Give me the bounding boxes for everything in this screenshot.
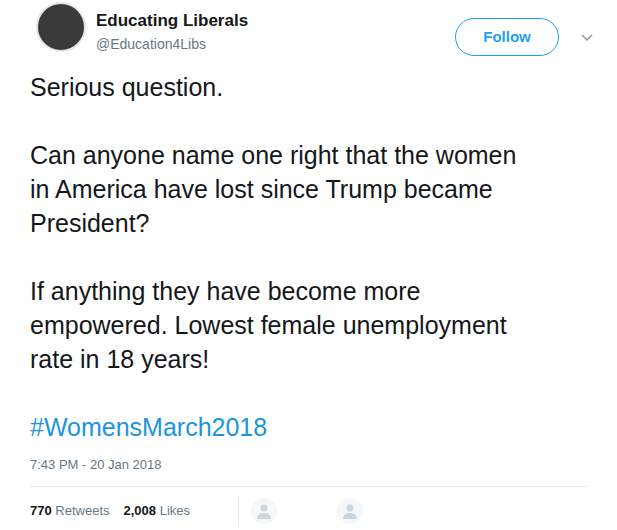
stat-label: Likes xyxy=(160,503,190,518)
author-info: Educating Liberals@Education4Libs xyxy=(96,2,248,54)
tweet-line: rate in 18 years! xyxy=(30,342,607,376)
author-name[interactable]: Educating Liberals xyxy=(96,10,248,32)
stat-count: 2,008 xyxy=(124,503,157,518)
tweet-stats: 770 Retweets 2,008 Likes xyxy=(30,486,587,530)
tweet-timestamp[interactable]: 7:43 PM - 20 Jan 2018 xyxy=(0,444,617,474)
liker-avatars xyxy=(238,496,363,526)
liker-avatar[interactable] xyxy=(337,498,363,524)
tweet-line: in America have lost since Trump became xyxy=(30,172,607,206)
tweet-line: Can anyone name one right that the women xyxy=(30,138,607,172)
follow-button[interactable]: Follow xyxy=(455,18,559,56)
tweet-paragraph: Serious question. xyxy=(30,70,607,104)
tweet-body: Serious question. Can anyone name one rig… xyxy=(0,56,617,444)
author-handle[interactable]: @Education4Libs xyxy=(96,34,248,54)
tweet-line: empowered. Lowest female unemployment xyxy=(30,308,607,342)
liker-avatar[interactable] xyxy=(251,498,277,524)
author-avatar[interactable] xyxy=(36,2,86,52)
tweet-line: Serious question. xyxy=(30,70,607,104)
stat-item[interactable]: 770 Retweets xyxy=(30,501,110,521)
stat-label: Retweets xyxy=(55,503,109,518)
tweet-header: Educating Liberals@Education4Libs Follow xyxy=(0,0,617,56)
tweet-paragraph: Can anyone name one right that the women… xyxy=(30,138,607,240)
more-menu[interactable] xyxy=(577,28,597,48)
stat-item[interactable]: 2,008 Likes xyxy=(124,501,191,521)
tweet-line: If anything they have become more xyxy=(30,274,607,308)
stat-count: 770 xyxy=(30,503,52,518)
chevron-down-icon xyxy=(581,34,593,42)
tweet-paragraph: If anything they have become moreempower… xyxy=(30,274,607,376)
hashtag-link[interactable]: #WomensMarch2018 xyxy=(30,410,607,444)
user-silhouette-icon xyxy=(255,502,273,520)
tweet-card: Educating Liberals@Education4LibsFollowS… xyxy=(0,0,617,530)
user-silhouette-icon xyxy=(341,502,359,520)
tweet-line: President? xyxy=(30,206,607,240)
